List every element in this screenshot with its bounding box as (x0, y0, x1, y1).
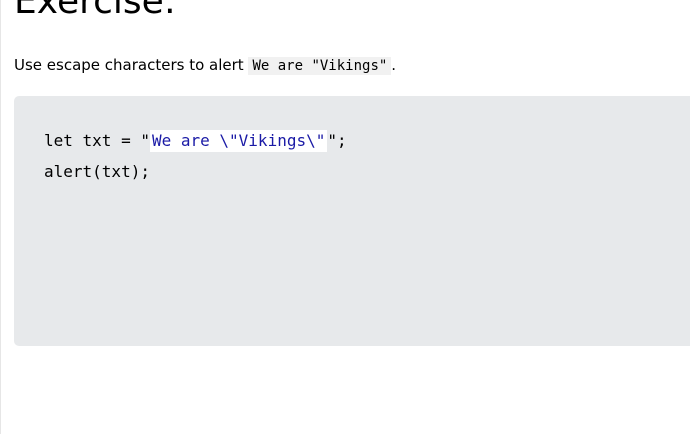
code-line-end: "; (327, 131, 347, 150)
code-line-1: let txt = " We are \"Vikings\" "; (44, 129, 347, 153)
code-line-2: alert(txt); (44, 162, 150, 181)
code-editor-box: let txt = " We are \"Vikings\" "; alert(tx… (14, 96, 690, 346)
code-let-statement: let txt = " (44, 131, 150, 150)
instruction-code-sample: We are "Vikings" (248, 57, 392, 75)
answer-input[interactable]: We are \"Vikings\" (149, 130, 328, 152)
exercise-page: Exercise: Use escape characters to alert… (0, 0, 690, 434)
exercise-instruction: Use escape characters to alert We are "V… (14, 54, 396, 77)
page-left-border (0, 0, 1, 434)
instruction-text: Use escape characters to alert (14, 56, 249, 74)
instruction-period: . (391, 56, 397, 74)
exercise-heading: Exercise: (14, 0, 176, 22)
